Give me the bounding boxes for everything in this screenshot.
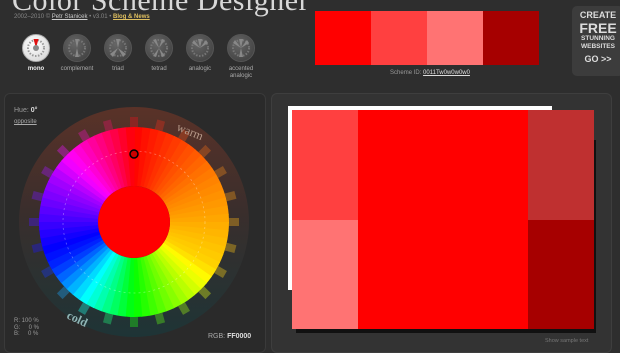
mode-label: complement [60,66,94,72]
mode-label: analogic [188,66,212,72]
header-subline: 2002–2010 © Petr Stanicek • v3.01 • Blog… [14,14,150,20]
analogic-dial-icon [186,34,214,62]
mode-label: mono [27,66,45,72]
rgb-r: R: 100 % [14,318,39,324]
hue-tick [130,317,138,327]
rgb-hex-label: RGB: [208,333,226,340]
promo-line-4: WEBSITES [581,43,615,50]
mode-tetrad-button[interactable]: tetrad [139,34,179,73]
blog-news-link[interactable]: Blog & News [113,14,150,20]
swatch-dark[interactable] [483,11,539,65]
hue-handle[interactable] [129,149,139,159]
preview-light-1 [292,110,358,220]
rgb-hex-value: FF0000 [227,333,252,340]
preview-dark-2 [528,220,594,329]
color-wheel[interactable]: warm cold [18,106,250,338]
rgb-hex-readout: RGB: FF0000 [208,333,251,340]
rgb-b: B: 0 % [14,331,39,337]
preview-light-2 [292,220,358,329]
complement-dial-icon [63,34,91,62]
scheme-id: Scheme ID: 0011Tw0w0w0w0 [360,70,500,76]
promo-go: GO >> [584,54,612,64]
version-text: • v3.01 • [89,14,112,20]
mode-label: triad [112,66,124,72]
scheme-swatches [315,11,539,65]
swatch-light-2[interactable] [427,11,483,65]
center-color [98,186,170,258]
mode-accented-analogic-button[interactable]: accented analogic [221,34,261,80]
scheme-id-link[interactable]: 0011Tw0w0w0w0 [423,70,470,76]
copyright-text: 2002–2010 © [14,14,51,20]
mode-label: tetrad [151,66,167,72]
promo-line-2: FREE [579,20,617,36]
rgb-percentages: R: 100 % G: 0 % B: 0 % [14,318,39,338]
scheme-preview [292,110,594,329]
hue-tick [130,117,138,127]
scheme-id-label: Scheme ID: [390,70,422,76]
show-sample-text-link[interactable]: Show sample text [545,338,588,344]
hue-tick [229,218,239,226]
triad-dial-icon [104,34,132,62]
mode-analogic-button[interactable]: analogic [180,34,220,73]
swatch-light-1[interactable] [371,11,427,65]
tetrad-dial-icon [145,34,173,62]
mode-label: accented analogic [228,66,254,79]
mode-triad-button[interactable]: triad [98,34,138,73]
mono-dial-icon [22,34,50,62]
promo-banner[interactable]: CREATE FREE STUNNING WEBSITES GO >> [572,6,620,76]
accented-analogic-dial-icon [227,34,255,62]
preview-dark-1 [528,110,594,220]
hue-tick [29,218,39,226]
swatch-primary[interactable] [315,11,371,65]
promo-line-3: STUNNING [581,35,615,42]
mode-mono-button[interactable]: mono [16,34,56,73]
mode-complement-button[interactable]: complement [57,34,97,73]
author-link[interactable]: Petr Stanicek [52,14,88,20]
